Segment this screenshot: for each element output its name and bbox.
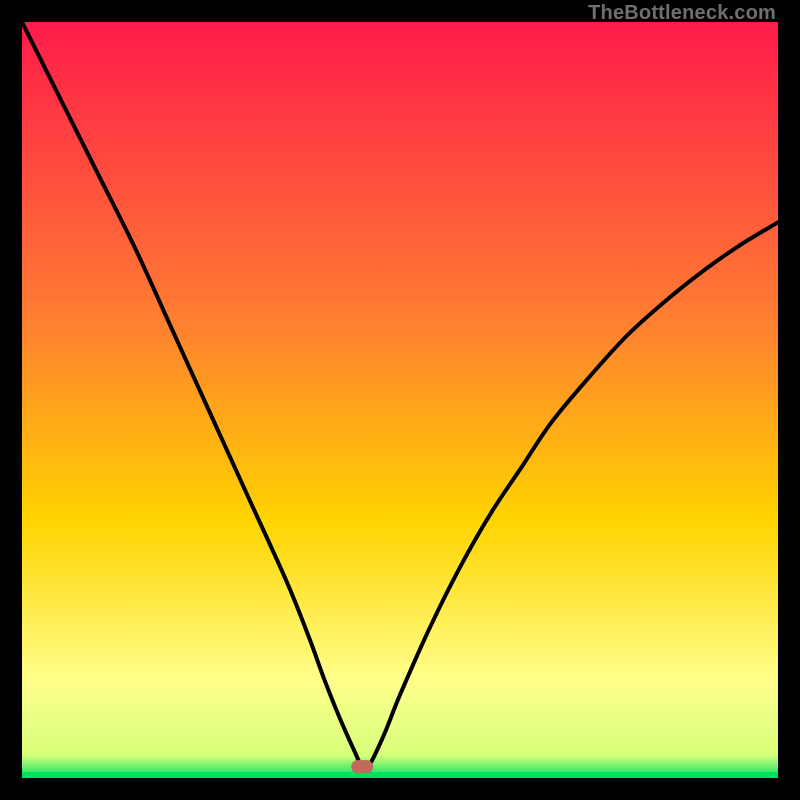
chart-svg — [22, 22, 778, 778]
optimum-marker — [351, 760, 373, 773]
watermark-text: TheBottleneck.com — [588, 2, 776, 25]
gradient-background — [22, 22, 778, 778]
chart-frame — [22, 22, 778, 778]
